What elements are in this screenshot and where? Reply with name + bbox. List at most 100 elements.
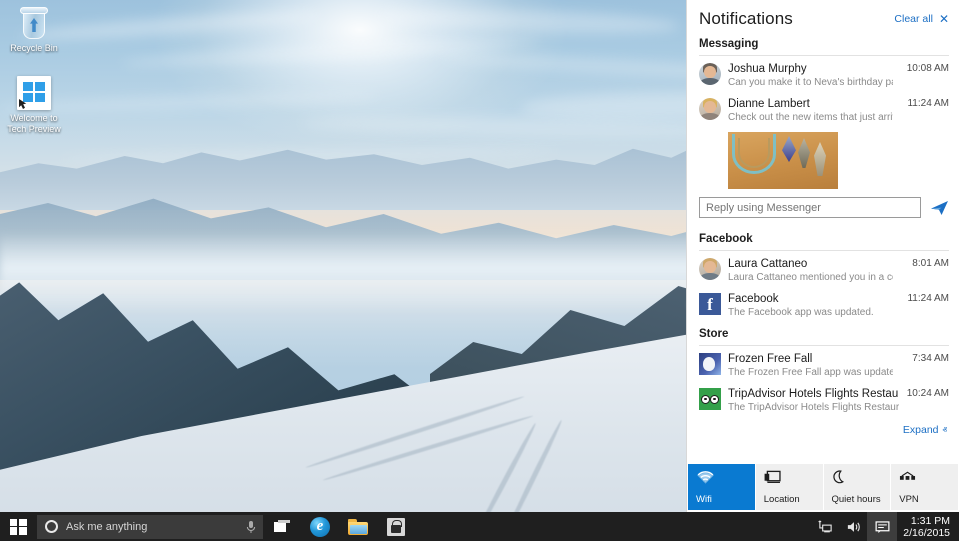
cloud-streak	[120, 35, 540, 70]
notification-title: TripAdvisor Hotels Flights Restaurants	[728, 387, 899, 401]
moon-icon	[832, 470, 884, 488]
avatar	[699, 63, 721, 85]
quick-action-label: Wifi	[696, 494, 748, 505]
notification-body: Check out the new items that just arrive…	[728, 111, 893, 124]
chevron-down-icon[interactable]: ⱟ	[897, 366, 949, 378]
divider	[699, 345, 949, 346]
action-center-header-actions: Clear all ✕	[894, 13, 949, 25]
system-tray: 1:31 PM 2/16/2015	[811, 512, 959, 541]
expand-row: Expand ⱏ	[687, 418, 959, 441]
internet-explorer-icon: e	[310, 517, 330, 537]
quick-action-label: Quiet hours	[832, 494, 884, 505]
notification-section-store: Store Frozen Free Fall The Frozen Free F…	[687, 323, 959, 418]
avatar	[699, 98, 721, 120]
microphone-icon[interactable]	[246, 520, 256, 534]
notification-title: Joshua Murphy	[728, 62, 893, 76]
divider	[699, 250, 949, 251]
chevron-down-icon[interactable]: ⱟ	[897, 76, 949, 88]
windows-logo-icon	[10, 519, 27, 535]
quick-action-wifi[interactable]: Wifi	[688, 464, 755, 510]
search-placeholder: Ask me anything	[66, 521, 238, 533]
notification-timestamp: 7:34 AM	[897, 352, 949, 366]
notification-section-facebook: Facebook Laura Cattaneo Laura Cattaneo m…	[687, 228, 959, 323]
notification-timestamp: 10:24 AM	[903, 387, 949, 401]
notification-body: The Facebook app was updated.	[728, 306, 893, 319]
notification-attachment-image[interactable]	[728, 132, 838, 189]
notification-item[interactable]: Joshua Murphy Can you make it to Neva's …	[699, 58, 949, 93]
desktop-icon-recycle-bin[interactable]: Recycle Bin	[2, 6, 66, 54]
volume-icon[interactable]	[839, 512, 867, 541]
recycle-bin-icon	[19, 6, 49, 40]
desktop-screen: Recycle Bin Welcome to Tech Preview Noti…	[0, 0, 959, 541]
notification-item[interactable]: Dianne Lambert Check out the new items t…	[699, 93, 949, 128]
notification-item[interactable]: TripAdvisor Hotels Flights Restaurants T…	[699, 383, 949, 418]
action-center-header: Notifications Clear all ✕	[687, 0, 959, 33]
quick-actions-grid: Wifi Location Quiet hours VPN	[687, 464, 959, 512]
notification-timestamp: 10:08 AM	[897, 62, 949, 76]
file-explorer-button[interactable]	[339, 512, 377, 541]
store-button[interactable]	[377, 512, 415, 541]
notification-body: The TripAdvisor Hotels Flights Restauran…	[728, 401, 899, 414]
location-icon	[764, 470, 816, 488]
store-icon	[387, 518, 405, 536]
file-explorer-icon	[348, 519, 368, 535]
notification-item[interactable]: f Facebook The Facebook app was updated.…	[699, 288, 949, 323]
tripadvisor-app-icon	[699, 388, 721, 410]
desktop-icon-welcome-tech-preview[interactable]: Welcome to Tech Preview	[2, 76, 66, 135]
section-title: Store	[699, 323, 949, 345]
close-icon[interactable]: ✕	[939, 13, 949, 25]
search-input[interactable]: Ask me anything	[37, 515, 263, 539]
notification-section-messaging: Messaging Joshua Murphy Can you make it …	[687, 33, 959, 189]
send-icon[interactable]	[930, 200, 949, 216]
clock-time: 1:31 PM	[903, 515, 950, 527]
chevron-up-icon[interactable]: ⱏ	[943, 425, 947, 436]
quick-action-label: VPN	[899, 494, 951, 505]
notification-body: The Frozen Free Fall app was updated.	[728, 366, 893, 379]
reply-input[interactable]	[699, 197, 921, 218]
notification-title: Facebook	[728, 292, 893, 306]
desktop-icon-label-line2: Tech Preview	[7, 124, 61, 134]
cloud-streak	[380, 5, 681, 37]
reply-row	[687, 195, 959, 228]
clock-date: 2/16/2015	[903, 527, 950, 539]
notification-body: Laura Cattaneo mentioned you in a commen…	[728, 271, 893, 284]
notification-item[interactable]: Frozen Free Fall The Frozen Free Fall ap…	[699, 348, 949, 383]
internet-explorer-button[interactable]: e	[301, 512, 339, 541]
quick-action-quiet-hours[interactable]: Quiet hours	[824, 464, 891, 510]
notification-timestamp: 11:24 AM	[897, 292, 949, 306]
notification-list: Messaging Joshua Murphy Can you make it …	[687, 33, 959, 464]
task-view-button[interactable]	[263, 512, 301, 541]
section-title: Facebook	[699, 228, 949, 250]
quick-action-vpn[interactable]: VPN	[891, 464, 958, 510]
chevron-down-icon[interactable]: ⱟ	[897, 271, 949, 283]
notification-title: Laura Cattaneo	[728, 257, 893, 271]
taskbar: Ask me anything e 1:31 PM 2/16/2015	[0, 512, 959, 541]
start-button[interactable]	[0, 512, 36, 541]
page-title: Notifications	[699, 9, 793, 29]
vpn-icon	[899, 470, 951, 488]
frozen-free-fall-app-icon	[699, 353, 721, 375]
notification-title: Dianne Lambert	[728, 97, 893, 111]
chevron-down-icon[interactable]: ⱟ	[897, 111, 949, 123]
desktop-icon-label: Recycle Bin	[10, 43, 58, 53]
windows-tile-icon	[17, 76, 51, 110]
desktop-icon-label-line1: Welcome to	[10, 113, 57, 123]
network-icon[interactable]	[811, 512, 839, 541]
section-title: Messaging	[699, 33, 949, 55]
quick-action-location[interactable]: Location	[756, 464, 823, 510]
expand-button[interactable]: Expand	[903, 424, 939, 436]
notification-item[interactable]: Laura Cattaneo Laura Cattaneo mentioned …	[699, 253, 949, 288]
action-center-icon[interactable]	[867, 512, 897, 541]
notification-timestamp: 8:01 AM	[897, 257, 949, 271]
task-view-icon	[274, 520, 291, 533]
wifi-icon	[696, 470, 748, 488]
clear-all-button[interactable]: Clear all	[894, 13, 933, 25]
facebook-app-icon: f	[699, 293, 721, 315]
notification-timestamp: 11:24 AM	[897, 97, 949, 111]
cortana-icon	[45, 520, 58, 533]
notification-body: Can you make it to Neva's birthday party…	[728, 76, 893, 89]
clock[interactable]: 1:31 PM 2/16/2015	[897, 515, 959, 539]
divider	[699, 55, 949, 56]
action-center-panel: Notifications Clear all ✕ Messaging Josh…	[686, 0, 959, 512]
quick-action-label: Location	[764, 494, 816, 505]
